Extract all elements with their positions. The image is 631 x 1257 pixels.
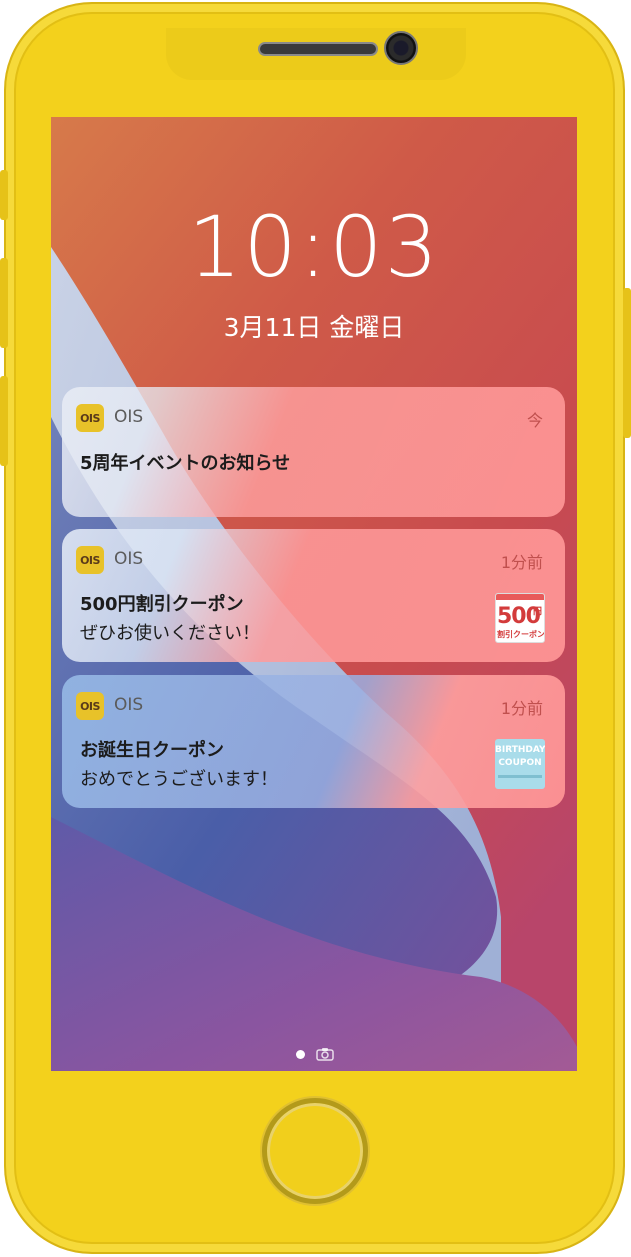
coupon-500-thumbnail: 500 円 割引クーポン xyxy=(495,593,545,643)
thumbnail-unit: 円 xyxy=(533,607,543,617)
app-icon: OIS xyxy=(76,404,104,432)
speaker-grille xyxy=(258,42,378,56)
notification-title: お誕生日クーポン xyxy=(80,740,224,761)
camera-icon[interactable] xyxy=(316,1047,334,1064)
notification-card[interactable]: OIS OIS 1分前 500円割引クーポン ぜひお使いください！ 500 円 … xyxy=(62,529,565,662)
power-button[interactable] xyxy=(623,288,631,438)
thumbnail-line1: BIRTHDAY xyxy=(495,745,545,755)
notification-card[interactable]: OIS OIS 1分前 お誕生日クーポン おめでとうございます！ BIRTHDA… xyxy=(62,675,565,808)
thumbnail-subtitle: 割引クーポン xyxy=(496,629,545,640)
lock-clock: 10:03 xyxy=(187,198,441,296)
notification-card[interactable]: OIS OIS 今 5周年イベントのお知らせ xyxy=(62,387,565,517)
volume-down-button[interactable] xyxy=(0,376,8,466)
app-icon: OIS xyxy=(76,692,104,720)
page-dot xyxy=(296,1050,305,1059)
coupon-strip xyxy=(496,594,544,600)
thumbnail-rule xyxy=(498,775,542,778)
lock-date: 3月11日 金曜日 xyxy=(223,313,405,342)
notification-app-name: OIS xyxy=(114,407,144,427)
notification-time: 1分前 xyxy=(500,553,543,572)
notification-time: 1分前 xyxy=(500,699,543,718)
silent-switch xyxy=(0,170,8,220)
birthday-coupon-thumbnail: BIRTHDAY COUPON xyxy=(495,739,545,789)
notification-title: 5周年イベントのお知らせ xyxy=(80,453,291,474)
thumbnail-line2: COUPON xyxy=(498,758,542,768)
notification-title: 500円割引クーポン xyxy=(80,594,244,615)
notification-app-name: OIS xyxy=(114,695,144,715)
notification-body: ぜひお使いください！ xyxy=(80,623,260,644)
notification-body: おめでとうございます！ xyxy=(80,769,278,790)
front-camera xyxy=(384,31,418,65)
notification-app-name: OIS xyxy=(114,549,144,569)
notification-time: 今 xyxy=(526,411,543,430)
lock-screen: 10:03 3月11日 金曜日 OIS OIS 今 5周年イベントのお知らせ O… xyxy=(51,117,577,1071)
home-button[interactable] xyxy=(262,1098,368,1204)
volume-up-button[interactable] xyxy=(0,258,8,348)
app-icon: OIS xyxy=(76,546,104,574)
